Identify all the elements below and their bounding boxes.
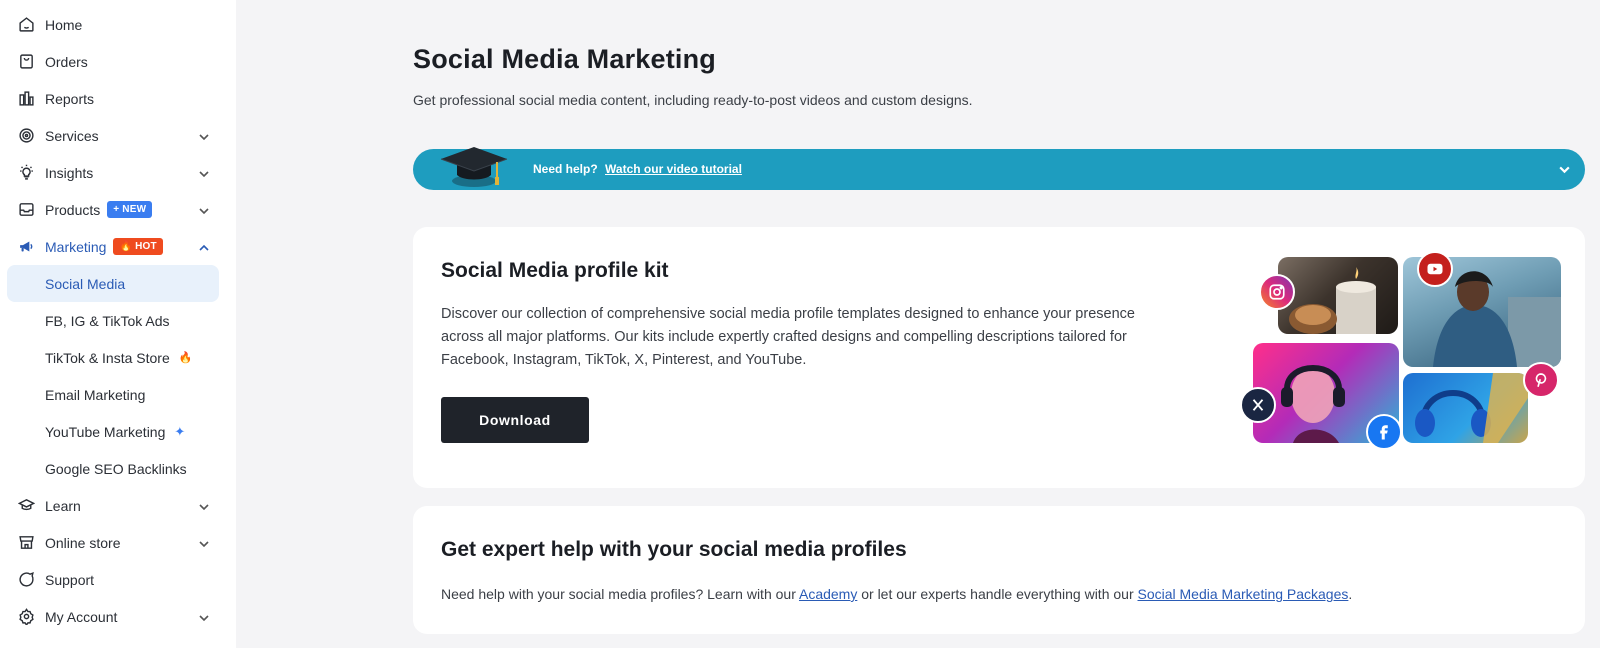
target-icon bbox=[18, 127, 35, 144]
sidebar-item-services[interactable]: Services bbox=[0, 117, 236, 154]
hot-badge: 🔥 HOT bbox=[113, 238, 163, 255]
sidebar-subitem-email-marketing[interactable]: Email Marketing bbox=[7, 376, 219, 413]
sidebar-item-label: Orders bbox=[45, 53, 88, 70]
chevron-down-icon[interactable] bbox=[198, 537, 210, 549]
chevron-down-icon[interactable] bbox=[198, 130, 210, 142]
instagram-icon bbox=[1259, 274, 1295, 310]
sidebar-item-label: Products bbox=[45, 201, 101, 218]
gear-icon bbox=[18, 608, 35, 625]
lightbulb-icon bbox=[18, 164, 35, 181]
sidebar-subitem-tiktok-insta-store[interactable]: TikTok & Insta Store 🔥 bbox=[7, 339, 219, 376]
card-description: Discover our collection of comprehensive… bbox=[441, 306, 1135, 368]
flame-icon: 🔥 bbox=[178, 352, 193, 364]
sidebar-subitem-seo-backlinks[interactable]: Google SEO Backlinks bbox=[7, 450, 219, 487]
sidebar-item-label: My Account bbox=[45, 608, 118, 625]
megaphone-icon bbox=[18, 238, 35, 255]
plus-icon: + bbox=[113, 204, 120, 215]
graduation-cap-icon bbox=[18, 497, 35, 514]
sparkle-icon: ✦ bbox=[174, 423, 186, 439]
orders-icon bbox=[18, 53, 35, 70]
sidebar: Home Orders Reports Services Insights Pr… bbox=[0, 0, 236, 648]
sidebar-subitem-ads[interactable]: FB, IG & TikTok Ads bbox=[7, 302, 219, 339]
x-twitter-icon bbox=[1240, 387, 1276, 423]
marketing-packages-link[interactable]: Social Media Marketing Packages bbox=[1138, 586, 1349, 602]
expert-help-card: Get expert help with your social media p… bbox=[413, 506, 1585, 634]
sidebar-item-label: Home bbox=[45, 16, 83, 33]
sidebar-item-support[interactable]: Support bbox=[0, 561, 236, 598]
expert-help-text: Need help with your social media profile… bbox=[441, 586, 1353, 602]
pinterest-icon bbox=[1523, 362, 1559, 398]
sidebar-item-label: Reports bbox=[45, 90, 95, 107]
sidebar-subitem-social-media[interactable]: Social Media bbox=[7, 265, 219, 302]
chat-icon bbox=[18, 571, 35, 588]
download-button[interactable]: Download bbox=[441, 397, 589, 443]
chevron-down-icon[interactable] bbox=[198, 500, 210, 512]
page-title: Social Media Marketing bbox=[413, 44, 716, 74]
sidebar-item-label: Marketing bbox=[45, 238, 107, 255]
social-collage-image bbox=[1233, 251, 1563, 467]
facebook-icon bbox=[1366, 414, 1402, 450]
flame-icon: 🔥 bbox=[119, 241, 133, 252]
chevron-down-icon[interactable] bbox=[198, 611, 210, 623]
chevron-down-icon[interactable] bbox=[198, 204, 210, 216]
sidebar-item-reports[interactable]: Reports bbox=[0, 80, 236, 117]
youtube-icon bbox=[1417, 251, 1453, 287]
profile-kit-card: Social Media profile kit Discover our co… bbox=[413, 227, 1585, 488]
candle-photo bbox=[1278, 257, 1398, 334]
sidebar-item-label: Online store bbox=[45, 534, 121, 551]
chevron-down-icon[interactable] bbox=[198, 167, 210, 179]
sidebar-item-my-account[interactable]: My Account bbox=[0, 598, 236, 635]
new-badge: + NEW bbox=[107, 201, 153, 218]
sidebar-item-home[interactable]: Home bbox=[0, 6, 236, 43]
chevron-up-icon[interactable] bbox=[198, 241, 210, 253]
help-bar[interactable]: Need help? Watch our video tutorial bbox=[413, 147, 1585, 190]
sidebar-item-online-store[interactable]: Online store bbox=[0, 524, 236, 561]
sidebar-item-insights[interactable]: Insights bbox=[0, 154, 236, 191]
sidebar-item-marketing[interactable]: Marketing 🔥 HOT bbox=[0, 228, 236, 265]
inbox-icon bbox=[18, 201, 35, 218]
academy-link[interactable]: Academy bbox=[799, 586, 857, 602]
home-icon bbox=[18, 16, 35, 33]
headphones-photo bbox=[1403, 373, 1528, 443]
sidebar-item-label: Insights bbox=[45, 164, 94, 181]
sidebar-item-orders[interactable]: Orders bbox=[0, 43, 236, 80]
sidebar-item-label: Services bbox=[45, 127, 99, 144]
sidebar-item-learn[interactable]: Learn bbox=[0, 487, 236, 524]
card-title: Social Media profile kit bbox=[441, 259, 669, 282]
sidebar-item-products[interactable]: Products + NEW bbox=[0, 191, 236, 228]
reports-icon bbox=[18, 90, 35, 107]
sidebar-item-label: Learn bbox=[45, 497, 81, 514]
graduation-cap-icon bbox=[439, 145, 509, 191]
sidebar-subitem-youtube-marketing[interactable]: YouTube Marketing ✦ bbox=[7, 413, 219, 450]
video-tutorial-link[interactable]: Watch our video tutorial bbox=[605, 162, 742, 176]
page-subtitle: Get professional social media content, i… bbox=[413, 92, 973, 108]
chevron-down-icon[interactable] bbox=[1558, 163, 1571, 176]
sidebar-item-label: Support bbox=[45, 571, 95, 588]
card-title: Get expert help with your social media p… bbox=[441, 538, 907, 561]
store-icon bbox=[18, 534, 35, 551]
help-text: Need help? Watch our video tutorial bbox=[533, 162, 742, 176]
